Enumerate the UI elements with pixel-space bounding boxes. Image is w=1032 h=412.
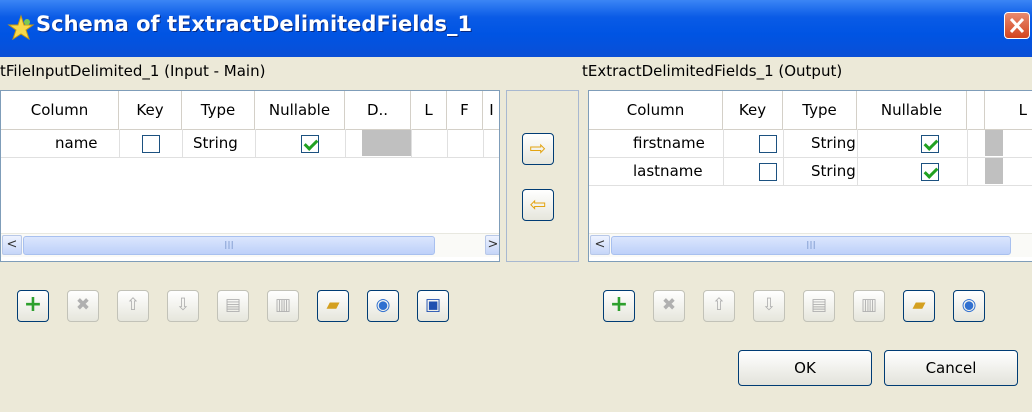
add-row-button[interactable]: +	[603, 290, 635, 322]
import-schema-button[interactable]: ▰	[317, 290, 349, 322]
horizontal-scrollbar[interactable]: < III >	[1, 233, 499, 257]
talend-star-icon	[7, 14, 35, 41]
copy-button[interactable]: ▤	[217, 290, 249, 322]
move-down-button[interactable]: ⇩	[753, 290, 785, 322]
title-bar[interactable]: Schema of tExtractDelimitedFields_1	[0, 0, 1032, 57]
export-icon: ◉	[961, 295, 977, 315]
move-down-icon: ⇩	[761, 295, 777, 315]
column-header-key[interactable]: Key	[119, 91, 182, 129]
remove-row-button[interactable]: ✖	[67, 290, 99, 322]
column-header-nullable[interactable]: Nullable	[857, 91, 967, 129]
cell-column[interactable]: name	[55, 131, 98, 156]
key-checkbox[interactable]	[759, 135, 777, 153]
output-panel-title: tExtractDelimitedFields_1 (Output)	[582, 62, 843, 80]
cell-type[interactable]: String	[811, 131, 856, 156]
remove-icon: ✖	[661, 295, 677, 315]
column-header-column[interactable]: Column	[589, 91, 723, 129]
add-row-button[interactable]: +	[17, 290, 49, 322]
column-header-i[interactable]: I	[483, 91, 499, 129]
export-schema-button[interactable]: ◉	[367, 290, 399, 322]
import-icon: ▰	[912, 295, 926, 315]
remove-icon: ✖	[75, 295, 91, 315]
column-header-key[interactable]: Key	[723, 91, 783, 129]
copy-icon: ▤	[224, 295, 242, 315]
close-icon	[1009, 17, 1025, 34]
scroll-left-button[interactable]: <	[2, 235, 22, 255]
copy-to-output-button[interactable]: ⇨	[522, 133, 554, 165]
horizontal-scrollbar[interactable]: < III	[589, 233, 1032, 257]
cell-type[interactable]: String	[811, 159, 856, 184]
column-header-nullable[interactable]: Nullable	[255, 91, 345, 129]
paste-button[interactable]: ▥	[853, 290, 885, 322]
paste-icon: ▥	[860, 295, 878, 315]
copy-to-input-button[interactable]: ⇦	[522, 189, 554, 221]
paste-icon: ▥	[274, 295, 292, 315]
cell-default[interactable]	[985, 158, 1003, 184]
scroll-thumb[interactable]: III	[611, 236, 1011, 255]
cell-default[interactable]	[362, 130, 411, 156]
move-up-icon: ⇧	[711, 295, 727, 315]
column-header-column[interactable]: Column	[1, 91, 119, 129]
move-up-button[interactable]: ⇧	[117, 290, 149, 322]
import-icon: ▰	[326, 295, 340, 315]
window-title: Schema of tExtractDelimitedFields_1	[36, 12, 473, 36]
output-schema-table[interactable]: Column Key Type Nullable L firstname Str…	[588, 90, 1032, 262]
cell-default[interactable]	[985, 130, 1003, 156]
copy-icon: ▤	[810, 295, 828, 315]
cell-column[interactable]: firstname	[633, 131, 705, 156]
key-checkbox[interactable]	[142, 135, 160, 153]
scroll-right-button[interactable]: >	[485, 235, 499, 255]
scroll-thumb[interactable]: III	[23, 236, 435, 255]
save-icon: ▣	[424, 295, 442, 315]
add-icon: +	[609, 292, 629, 317]
arrow-right-icon: ⇨	[529, 136, 547, 160]
paste-button[interactable]: ▥	[267, 290, 299, 322]
transfer-panel: ⇨ ⇦	[506, 90, 579, 262]
column-header-length[interactable]: L	[985, 91, 1032, 129]
input-schema-table[interactable]: Column Key Type Nullable D.. L F I name …	[0, 90, 500, 262]
nullable-checkbox[interactable]	[301, 135, 319, 153]
column-header-length[interactable]: L	[411, 91, 447, 129]
cell-column[interactable]: lastname	[633, 159, 703, 184]
column-header-type[interactable]: Type	[182, 91, 255, 129]
close-button[interactable]	[1004, 12, 1030, 39]
scroll-left-button[interactable]: <	[590, 235, 610, 255]
import-schema-button[interactable]: ▰	[903, 290, 935, 322]
cancel-button[interactable]: Cancel	[884, 350, 1018, 386]
move-down-icon: ⇩	[175, 295, 191, 315]
cell-type[interactable]: String	[193, 131, 238, 156]
ok-button[interactable]: OK	[738, 350, 872, 386]
save-schema-button[interactable]: ▣	[417, 290, 449, 322]
column-header-default[interactable]: D..	[345, 91, 411, 129]
key-checkbox[interactable]	[759, 163, 777, 181]
copy-button[interactable]: ▤	[803, 290, 835, 322]
column-header-spacer[interactable]	[967, 91, 985, 129]
move-down-button[interactable]: ⇩	[167, 290, 199, 322]
export-icon: ◉	[375, 295, 391, 315]
move-up-button[interactable]: ⇧	[703, 290, 735, 322]
nullable-checkbox[interactable]	[921, 135, 939, 153]
nullable-checkbox[interactable]	[921, 163, 939, 181]
column-header-f[interactable]: F	[447, 91, 483, 129]
input-panel-title: tFileInputDelimited_1 (Input - Main)	[0, 62, 266, 80]
export-schema-button[interactable]: ◉	[953, 290, 985, 322]
remove-row-button[interactable]: ✖	[653, 290, 685, 322]
arrow-left-icon: ⇦	[529, 192, 547, 216]
move-up-icon: ⇧	[125, 295, 141, 315]
add-icon: +	[23, 292, 43, 317]
column-header-type[interactable]: Type	[783, 91, 857, 129]
